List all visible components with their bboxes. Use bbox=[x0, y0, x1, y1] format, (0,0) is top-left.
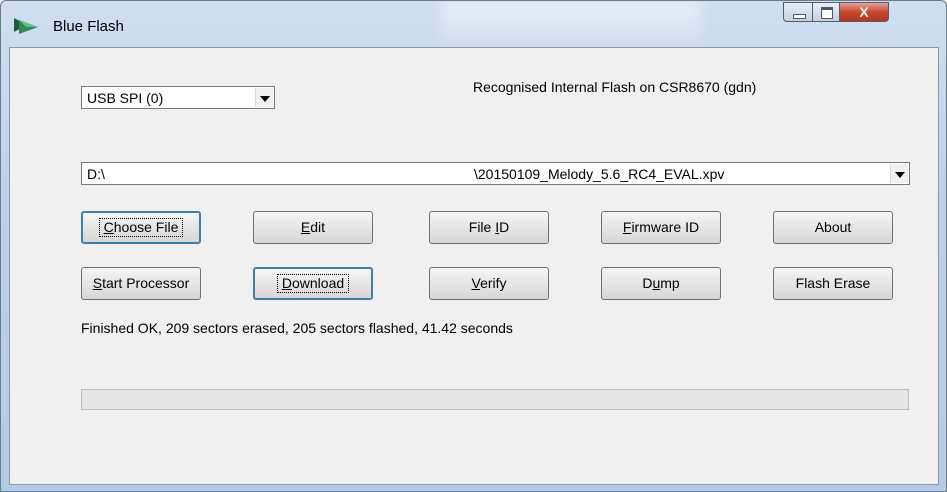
chevron-down-icon[interactable] bbox=[890, 164, 908, 183]
file-path-drive: D:\ bbox=[87, 166, 105, 182]
about-button[interactable]: About bbox=[773, 211, 893, 244]
about-label: About bbox=[814, 219, 852, 235]
file-id-label: File ID bbox=[468, 219, 510, 235]
dump-button[interactable]: Dump bbox=[601, 267, 721, 300]
title-bar-glare bbox=[441, 1, 701, 47]
download-label: Download bbox=[276, 274, 350, 293]
title-bar[interactable]: Blue Flash X bbox=[1, 1, 946, 47]
choose-file-label: Choose File bbox=[98, 218, 184, 237]
window-title: Blue Flash bbox=[53, 18, 124, 35]
blue-flash-app-icon bbox=[14, 18, 38, 34]
flash-erase-label: Flash Erase bbox=[795, 275, 871, 291]
start-processor-label: Start Processor bbox=[92, 275, 190, 291]
verify-button[interactable]: Verify bbox=[429, 267, 549, 300]
port-select-value: USB SPI (0) bbox=[87, 90, 164, 106]
choose-file-button[interactable]: Choose File bbox=[81, 211, 201, 244]
start-processor-button[interactable]: Start Processor bbox=[81, 267, 201, 300]
dump-label: Dump bbox=[642, 275, 680, 291]
maximize-icon bbox=[821, 7, 833, 19]
firmware-id-button[interactable]: Firmware ID bbox=[601, 211, 721, 244]
edit-label: Edit bbox=[300, 219, 326, 235]
verify-label: Verify bbox=[471, 275, 507, 291]
main-panel: USB SPI (0) Recognised Internal Flash on… bbox=[9, 47, 939, 485]
port-select[interactable]: USB SPI (0) bbox=[81, 86, 275, 109]
file-id-button[interactable]: File ID bbox=[429, 211, 549, 244]
file-path-name: \20150109_Melody_5.6_RC4_EVAL.xpv bbox=[474, 166, 725, 182]
minimize-icon bbox=[793, 14, 806, 19]
maximize-button[interactable] bbox=[812, 2, 840, 22]
close-icon: X bbox=[859, 4, 869, 20]
status-message: Finished OK, 209 sectors erased, 205 sec… bbox=[81, 320, 513, 336]
minimize-button[interactable] bbox=[783, 2, 813, 22]
flash-status-label: Recognised Internal Flash on CSR8670 (gd… bbox=[473, 79, 757, 95]
flash-erase-button[interactable]: Flash Erase bbox=[773, 267, 893, 300]
firmware-id-label: Firmware ID bbox=[622, 219, 700, 235]
file-path-select[interactable]: D:\ \20150109_Melody_5.6_RC4_EVAL.xpv bbox=[81, 162, 910, 185]
chevron-down-icon[interactable] bbox=[255, 88, 273, 107]
close-button[interactable]: X bbox=[839, 2, 889, 22]
edit-button[interactable]: Edit bbox=[253, 211, 373, 244]
progress-bar bbox=[81, 389, 909, 410]
app-window: Blue Flash X USB SPI (0) Recognised Inte… bbox=[0, 0, 947, 492]
download-button[interactable]: Download bbox=[253, 267, 373, 300]
